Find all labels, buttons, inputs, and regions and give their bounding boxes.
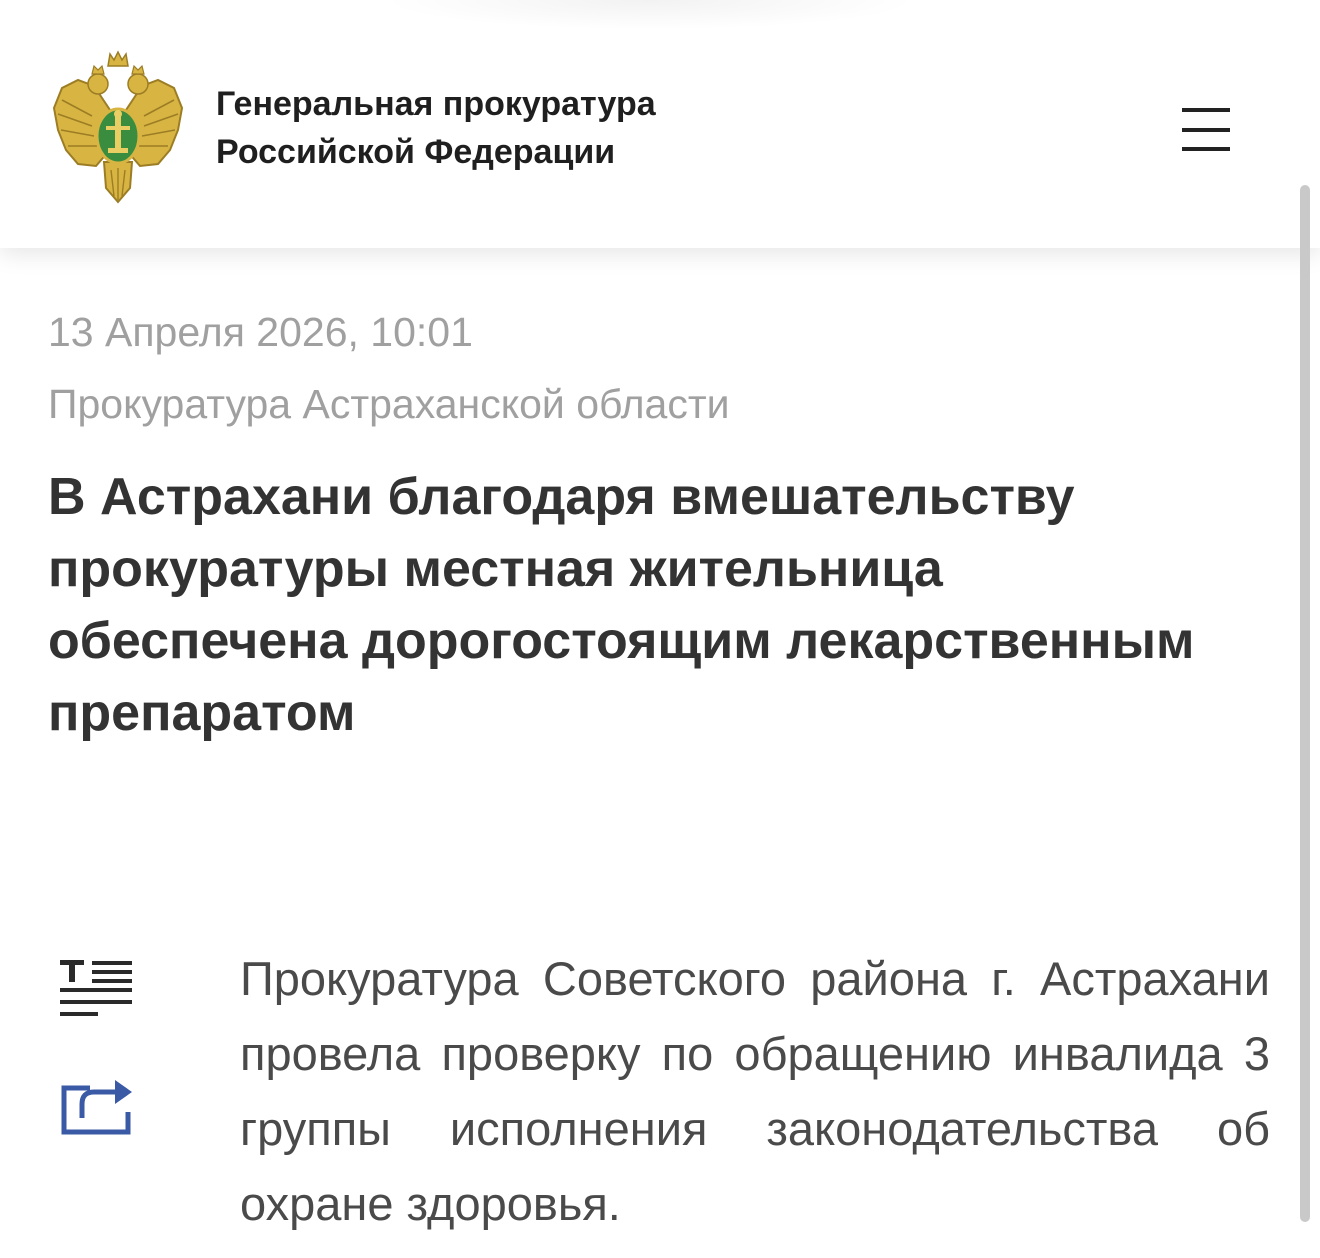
article-date: 13 Апреля 2026, 10:01 bbox=[48, 309, 473, 355]
hamburger-menu-icon bbox=[1182, 108, 1230, 151]
share-icon bbox=[61, 1080, 132, 1135]
text-size-icon bbox=[60, 960, 132, 1016]
article-body: Прокуратура Советского района г. Астраха… bbox=[240, 952, 1270, 1230]
article-source: Прокуратура Астраханской области bbox=[48, 381, 730, 427]
scrollbar[interactable] bbox=[1300, 185, 1310, 1222]
top-fade bbox=[380, 0, 920, 30]
article-headline: В Астрахани благодаря вмешательству прок… bbox=[48, 468, 1195, 742]
share-button[interactable] bbox=[60, 1072, 132, 1136]
site-title[interactable]: Генеральная прокуратура Российской Федер… bbox=[216, 80, 736, 176]
menu-button[interactable] bbox=[1176, 98, 1236, 160]
coat-of-arms-icon bbox=[52, 50, 184, 204]
home-logo-link[interactable] bbox=[48, 50, 188, 205]
site-header: Генеральная прокуратура Российской Федер… bbox=[0, 0, 1320, 248]
text-size-button[interactable] bbox=[60, 958, 132, 1024]
